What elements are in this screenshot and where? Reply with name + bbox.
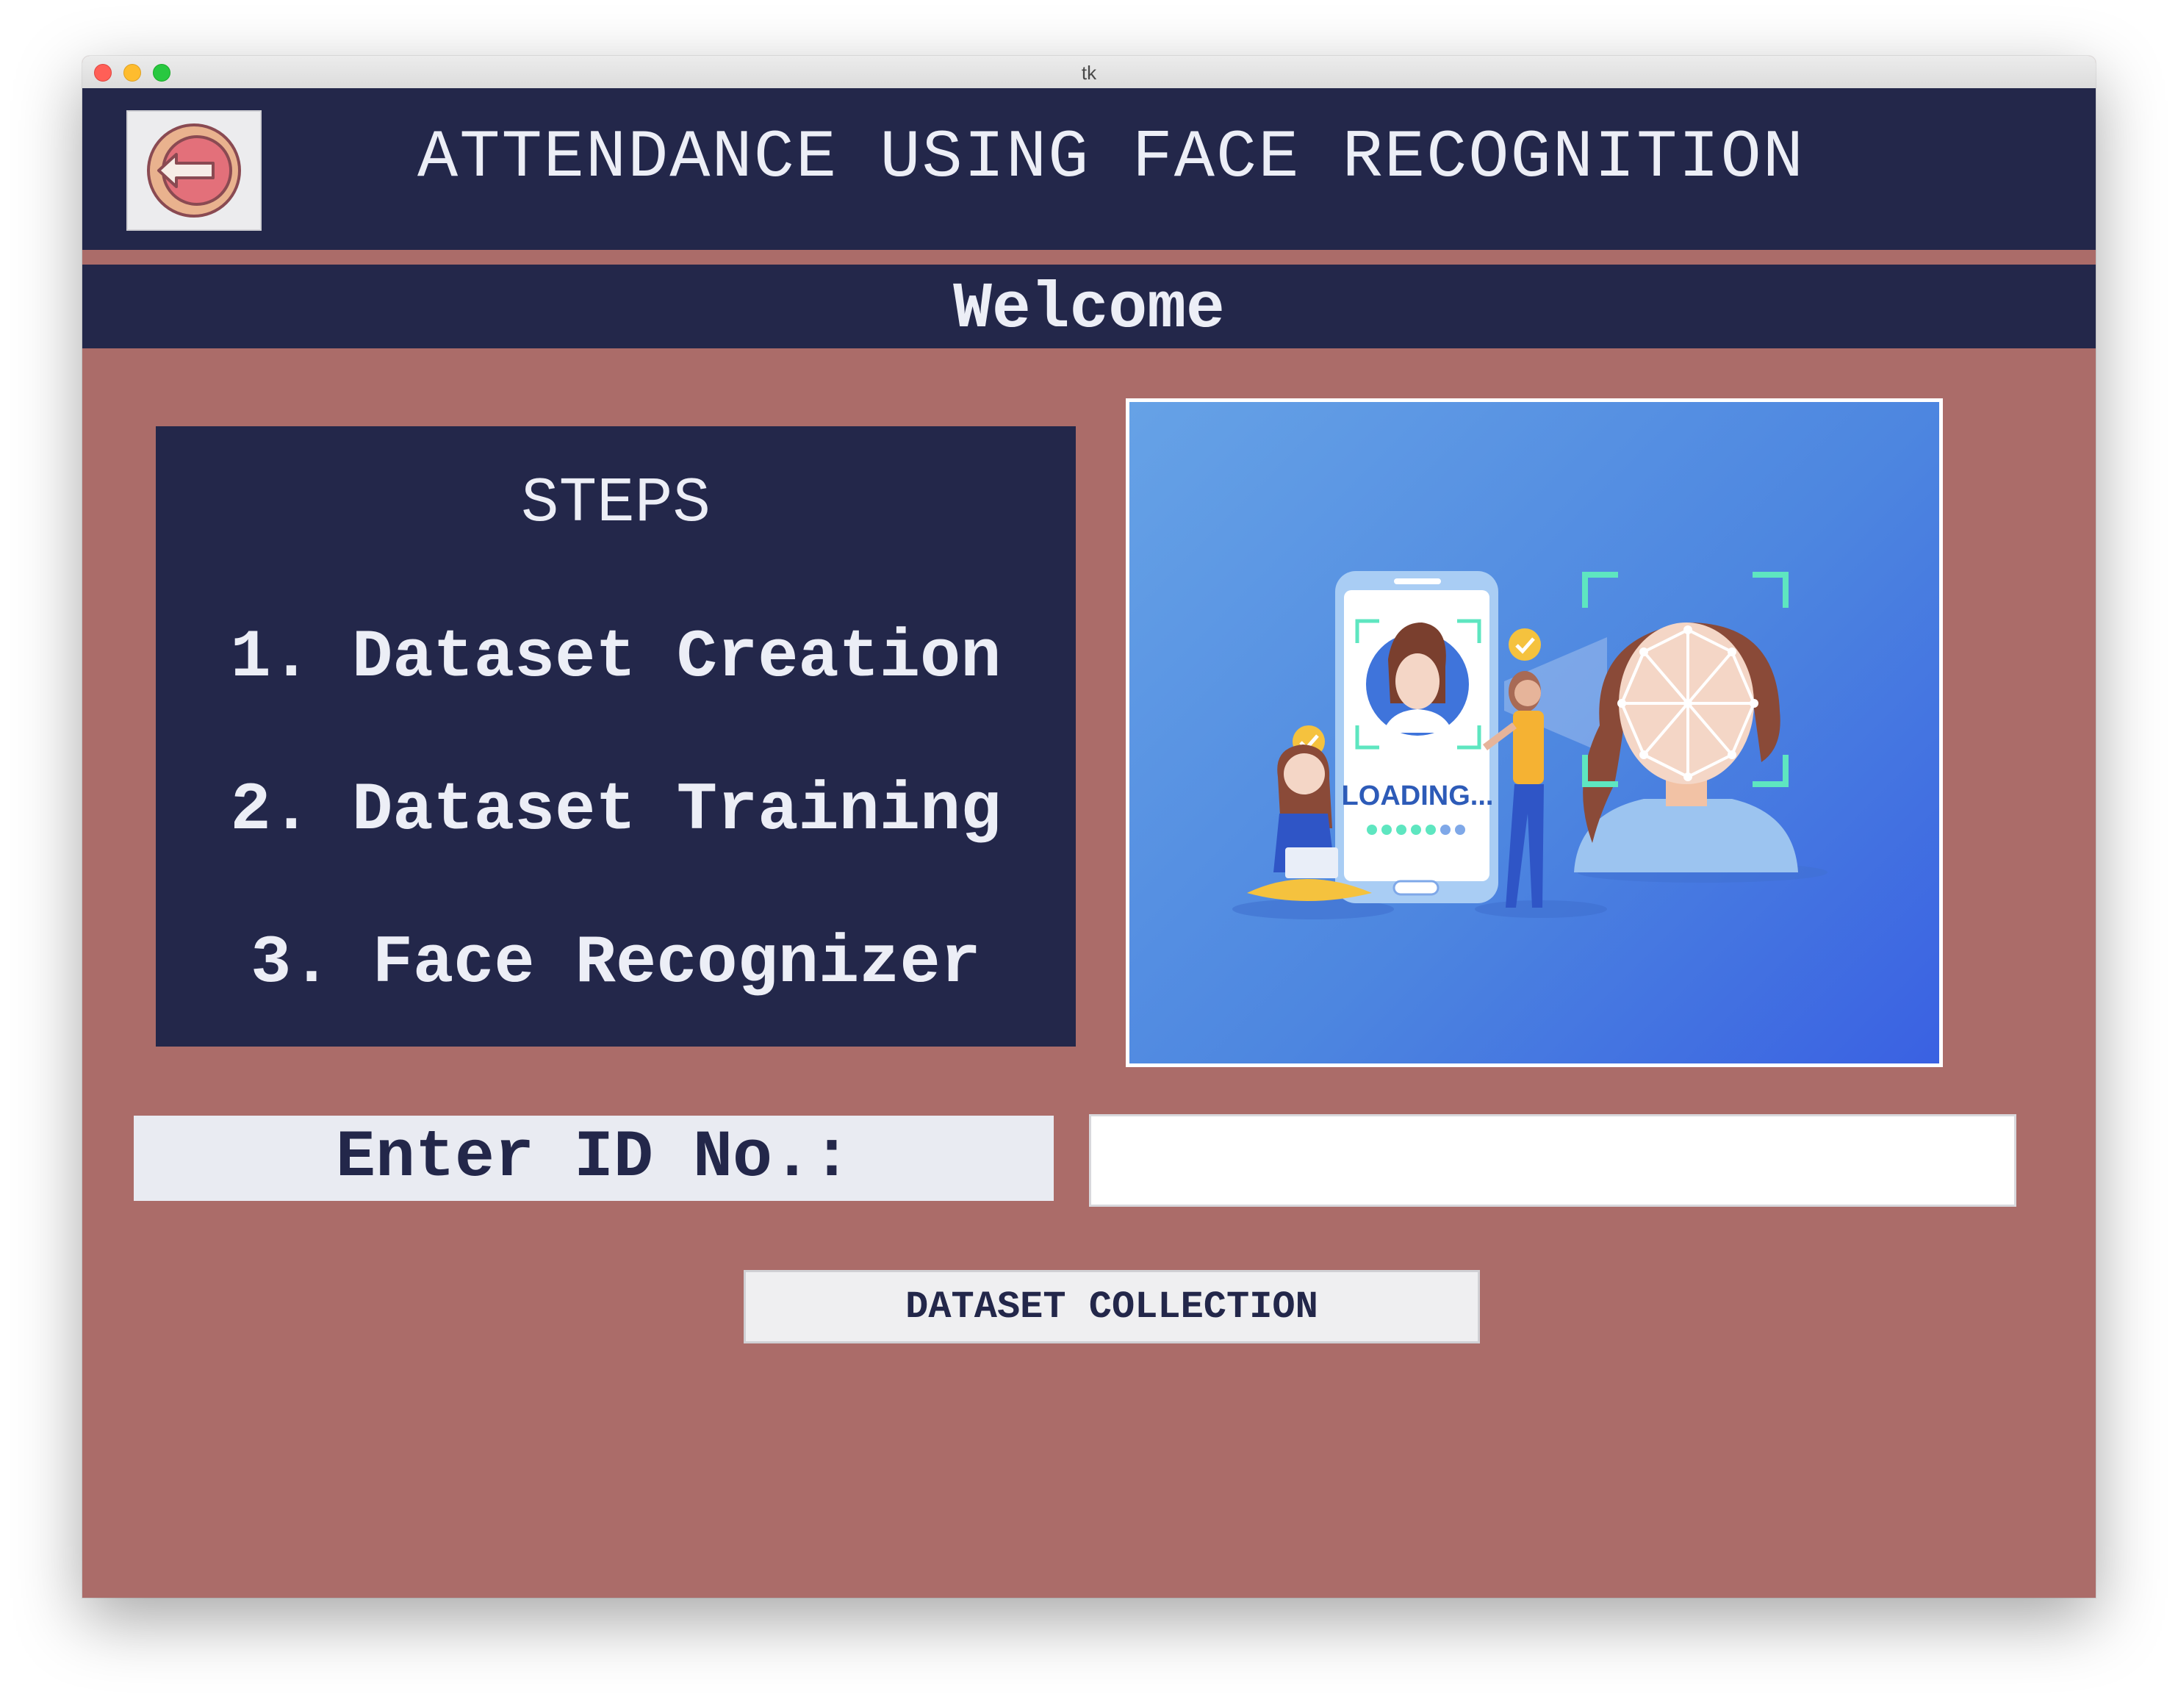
- face-scan-image: LOADING...: [1232, 571, 1827, 919]
- step-item: 3. Face Recognizer: [251, 925, 981, 1002]
- loading-text: LOADING...: [1342, 781, 1494, 811]
- window-title: tk: [1081, 62, 1097, 84]
- dataset-collection-button[interactable]: DATASET COLLECTION: [744, 1270, 1480, 1343]
- header-divider: [82, 250, 2096, 265]
- app-header: ATTENDANCE USING FACE RECOGNITION: [82, 88, 2096, 250]
- steps-panel: STEPS 1. Dataset Creation 2. Dataset Tra…: [156, 426, 1076, 1047]
- step-item: 1. Dataset Creation: [230, 619, 1002, 696]
- id-input[interactable]: [1089, 1114, 2016, 1207]
- id-label: Enter ID No.:: [134, 1116, 1054, 1201]
- app-window: tk ATTENDANCE USING FACE RECOGNITION Wel…: [82, 56, 2096, 1598]
- step-item: 2. Dataset Training: [230, 772, 1002, 849]
- app-title: ATTENDANCE USING FACE RECOGNITION: [417, 119, 1805, 196]
- steps-title: STEPS: [520, 467, 711, 539]
- face-recognition-illustration: LOADING...: [1126, 398, 1943, 1067]
- welcome-text: Welcome: [953, 273, 1225, 346]
- window-titlebar: tk: [82, 56, 2096, 89]
- welcome-bar: Welcome: [82, 265, 2096, 348]
